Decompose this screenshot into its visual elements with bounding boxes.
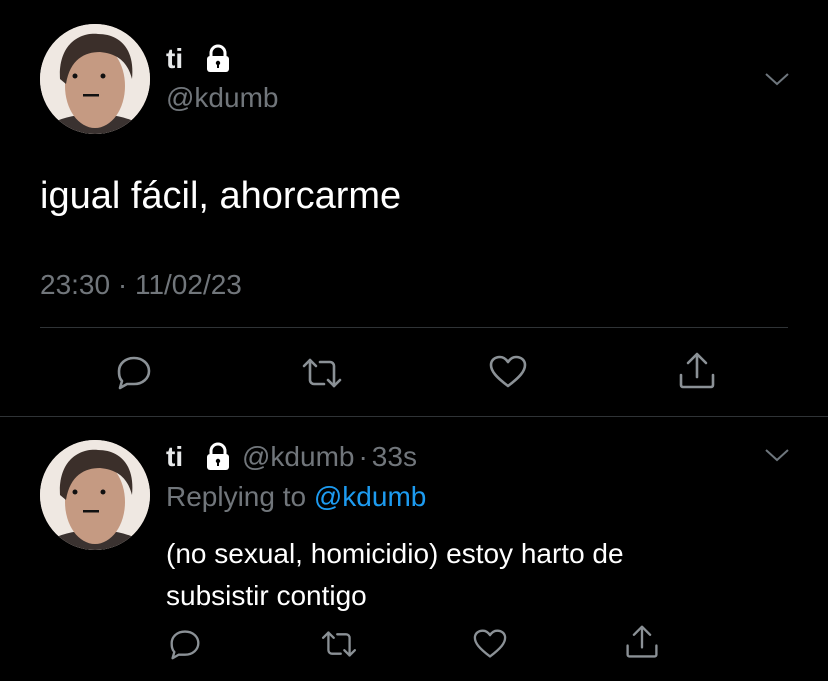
retweet-button[interactable] <box>319 629 359 659</box>
share-icon <box>679 352 715 389</box>
display-name[interactable]: ti <box>166 43 183 75</box>
handle[interactable]: @kdumb <box>242 441 354 472</box>
avatar[interactable] <box>40 440 150 550</box>
share-icon <box>626 625 658 658</box>
retweet-button[interactable] <box>300 356 344 390</box>
share-button[interactable] <box>677 351 717 391</box>
share-button[interactable] <box>624 624 660 660</box>
lock-icon <box>207 442 229 470</box>
reply-button[interactable] <box>168 628 202 660</box>
reply-button[interactable] <box>115 354 153 390</box>
retweet-icon <box>302 358 342 388</box>
replying-to: Replying to @kdumb <box>166 481 426 513</box>
replying-handle-link[interactable]: @kdumb <box>314 481 426 512</box>
tweet-separator <box>0 416 828 417</box>
like-button[interactable] <box>488 354 528 390</box>
reply-meta: @kdumb · 33s <box>242 441 417 473</box>
divider <box>40 327 788 328</box>
reply-icon <box>170 630 200 660</box>
handle[interactable]: @kdumb <box>166 82 278 114</box>
tweet-text: igual fácil, ahorcarme <box>40 175 402 217</box>
display-name[interactable]: ti <box>166 441 183 473</box>
timestamp[interactable]: 23:30 · 11/02/23 <box>40 268 242 302</box>
heart-icon <box>473 629 507 658</box>
lock-icon <box>207 44 229 72</box>
reply-text-line: subsistir contigo <box>166 580 367 611</box>
meta-separator: · <box>358 441 368 472</box>
like-button[interactable] <box>472 628 508 660</box>
chevron-down-icon[interactable] <box>764 70 790 88</box>
reply-text-line: (no sexual, homicidio) estoy harto de <box>166 538 624 569</box>
chevron-down-icon[interactable] <box>764 446 790 464</box>
replying-prefix: Replying to <box>166 481 307 512</box>
reply-icon <box>117 356 151 390</box>
heart-icon <box>489 355 527 388</box>
time-ago[interactable]: 33s <box>372 441 417 472</box>
avatar[interactable] <box>40 24 150 134</box>
retweet-icon <box>321 631 357 657</box>
reply-text: (no sexual, homicidio) estoy harto de su… <box>166 533 624 617</box>
